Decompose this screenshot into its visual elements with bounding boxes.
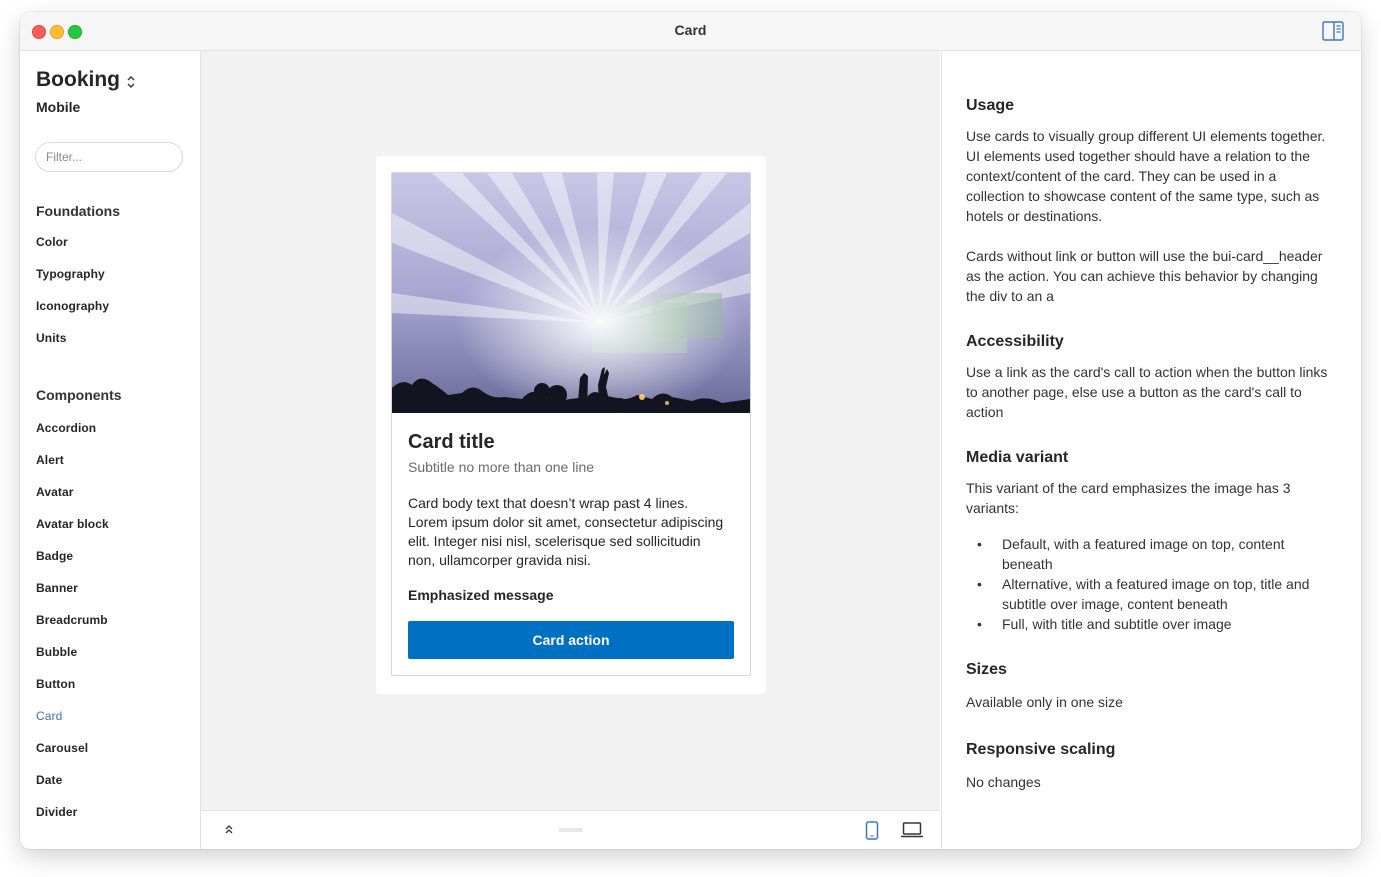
sidebar-item-banner[interactable]: Banner [36, 581, 78, 595]
title-bar: Card [20, 12, 1361, 51]
chevron-up-down-icon[interactable] [126, 75, 136, 89]
filter-input[interactable] [35, 142, 183, 172]
sidebar-item-typography[interactable]: Typography [36, 267, 105, 281]
sizes-paragraph: Available only in one size [966, 694, 1123, 710]
accessibility-paragraph: Use a link as the card's call to action … [966, 364, 1328, 420]
mobile-device-icon[interactable] [865, 821, 879, 840]
sidebar-item-color[interactable]: Color [36, 235, 68, 249]
preview-canvas: Card title Subtitle no more than one lin… [201, 51, 940, 810]
sidebar-item-divider[interactable]: Divider [36, 805, 77, 819]
card-action-button[interactable]: Card action [408, 621, 734, 659]
laptop-device-icon[interactable] [901, 822, 923, 838]
list-item: Alternative, with a featured image on to… [966, 574, 1338, 614]
sidebar-item-units[interactable]: Units [36, 331, 67, 345]
window-title: Card [674, 22, 707, 38]
sidebar-item-avatar[interactable]: Avatar [36, 485, 74, 499]
documentation-panel: Usage Use cards to visually group differ… [941, 51, 1361, 849]
foundations-heading: Foundations [36, 203, 120, 219]
sidebar-item-button[interactable]: Button [36, 677, 75, 691]
app-window: Card Booking Mobile Foundations Color Ty… [20, 12, 1361, 849]
preview-toolbar [201, 810, 940, 849]
accessibility-heading: Accessibility [966, 333, 1064, 350]
sidebar: Booking Mobile Foundations Color Typogra… [20, 51, 201, 849]
brand-name: Booking [36, 68, 120, 91]
device-preview: Card title Subtitle no more than one lin… [376, 156, 766, 694]
sidebar-item-breadcrumb[interactable]: Breadcrumb [36, 613, 108, 627]
media-variant-heading: Media variant [966, 449, 1069, 466]
usage-paragraph-1: Use cards to visually group different UI… [966, 128, 1326, 224]
media-variant-paragraph: This variant of the card emphasizes the … [966, 480, 1291, 516]
responsive-heading: Responsive scaling [966, 741, 1116, 758]
responsive-paragraph: No changes [966, 774, 1041, 790]
sizes-heading: Sizes [966, 661, 1007, 678]
list-item: Full, with title and subtitle over image [966, 614, 1338, 634]
media-variant-list: Default, with a featured image on top, c… [966, 534, 1338, 634]
sidebar-item-iconography[interactable]: Iconography [36, 299, 109, 313]
card-body-text: Card body text that doesn’t wrap past 4 … [408, 495, 724, 568]
resize-handle-icon[interactable] [559, 828, 583, 832]
sidebar-item-accordion[interactable]: Accordion [36, 421, 96, 435]
sidebar-right-icon[interactable] [1322, 21, 1344, 41]
card-component[interactable]: Card title Subtitle no more than one lin… [391, 172, 751, 676]
platform-label: Mobile [36, 99, 81, 115]
usage-heading: Usage [966, 97, 1015, 114]
concert-image [392, 173, 750, 413]
sidebar-item-date[interactable]: Date [36, 773, 62, 787]
card-emphasized-message: Emphasized message [408, 587, 554, 603]
sidebar-item-badge[interactable]: Badge [36, 549, 73, 563]
sidebar-item-avatar-block[interactable]: Avatar block [36, 517, 109, 531]
card-subtitle: Subtitle no more than one line [408, 459, 595, 475]
components-heading: Components [36, 387, 122, 403]
sidebar-item-alert[interactable]: Alert [36, 453, 64, 467]
card-title: Card title [408, 431, 495, 453]
list-item: Default, with a featured image on top, c… [966, 534, 1338, 574]
sidebar-item-carousel[interactable]: Carousel [36, 741, 88, 755]
sidebar-item-bubble[interactable]: Bubble [36, 645, 77, 659]
usage-paragraph-2: Cards without link or button will use th… [966, 248, 1323, 304]
double-chevron-up-icon[interactable] [223, 823, 235, 837]
sidebar-item-card[interactable]: Card [36, 709, 62, 723]
